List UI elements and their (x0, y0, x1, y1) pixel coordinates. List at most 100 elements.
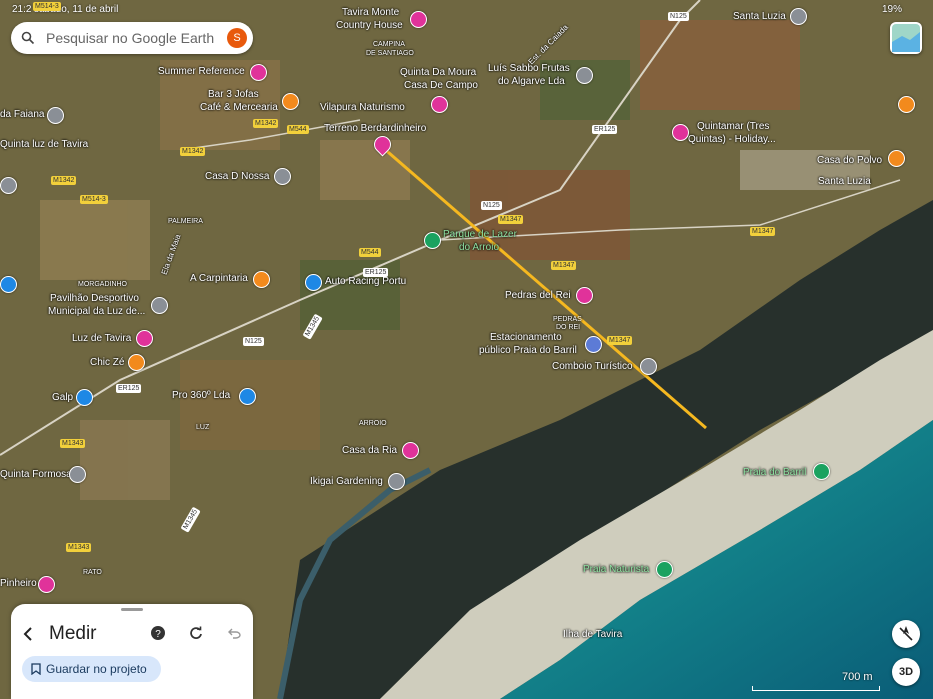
beach-pin-icon[interactable] (813, 463, 830, 480)
park-pin-icon[interactable] (424, 232, 441, 249)
shop-pin-icon[interactable] (0, 276, 17, 293)
place-label[interactable]: Auto Racing Portu (325, 276, 406, 287)
place-label[interactable]: Casa do Polvo (817, 155, 882, 166)
place-label[interactable]: Comboio Turístico (552, 361, 633, 372)
search-icon (21, 31, 35, 45)
place-label[interactable]: Pinheiro (0, 578, 37, 589)
place-label[interactable]: Pavilhão Desportivo (50, 293, 139, 304)
parking-pin-icon[interactable] (585, 336, 602, 353)
satellite-map[interactable] (0, 0, 933, 699)
place-label[interactable]: da Faiana (0, 109, 44, 120)
place-label[interactable]: Praia Naturista (583, 564, 649, 575)
shop-pin-icon[interactable] (305, 274, 322, 291)
restaurant-pin-icon[interactable] (888, 150, 905, 167)
place-label[interactable]: Estacionamento (490, 332, 562, 343)
road-label: M1343 (66, 543, 92, 552)
place-label[interactable]: do Arroio (459, 242, 499, 253)
hotel-pin-icon[interactable] (38, 576, 55, 593)
place-label[interactable]: Quintamar (Tres (697, 121, 769, 132)
help-icon[interactable]: ? (151, 626, 165, 640)
locality-label: DE SANTIAGO (366, 50, 414, 57)
place-label[interactable]: Tavira Monte (342, 7, 399, 18)
locality-label: RATO (83, 569, 102, 576)
save-to-project-label: Guardar no projeto (46, 662, 147, 676)
road-label: M544 (287, 125, 309, 134)
panel-grab-handle[interactable] (121, 608, 143, 611)
place-pin-icon[interactable] (576, 67, 593, 84)
locality-label: ARROIO (359, 420, 387, 427)
status-time: 21:2 (12, 4, 32, 15)
back-icon[interactable] (22, 627, 34, 641)
restaurant-pin-icon[interactable] (282, 93, 299, 110)
place-label[interactable]: Quintas) - Holiday... (688, 134, 776, 145)
search-input[interactable]: Pesquisar no Google Earth (46, 30, 214, 46)
hotel-pin-icon[interactable] (250, 64, 267, 81)
place-label[interactable]: Casa da Ria (342, 445, 397, 456)
hotel-pin-icon[interactable] (402, 442, 419, 459)
place-label[interactable]: Quinta Da Moura (400, 67, 476, 78)
place-pin-icon[interactable] (47, 107, 64, 124)
place-label[interactable]: Ilha de Tavira (563, 629, 622, 640)
road-label: M514-3 (33, 2, 61, 11)
hotel-pin-icon[interactable] (431, 96, 448, 113)
place-pin-icon[interactable] (151, 297, 168, 314)
reset-icon[interactable] (189, 626, 203, 640)
place-label[interactable]: Municipal da Luz de... (48, 306, 145, 317)
locality-label: PALMEIRA (168, 218, 203, 225)
restaurant-pin-icon[interactable] (128, 354, 145, 371)
place-label[interactable]: Praia do Barril (743, 467, 806, 478)
place-label[interactable]: Parque de Lazer (443, 229, 517, 240)
place-label[interactable]: Santa Luzia (733, 11, 786, 22)
shop-pin-icon[interactable] (239, 388, 256, 405)
place-label[interactable]: Pedras del Rei (505, 290, 571, 301)
place-label[interactable]: Vilapura Naturismo (320, 102, 405, 113)
road-label: M1342 (253, 119, 279, 128)
save-to-project-button[interactable]: Guardar no projeto (22, 656, 161, 682)
map-style-button[interactable] (890, 22, 922, 54)
place-label[interactable]: Pro 360º Lda (172, 390, 230, 401)
place-label[interactable]: público Praia do Barril (479, 345, 577, 356)
place-label[interactable]: Café & Mercearia (200, 102, 278, 113)
undo-icon[interactable] (228, 627, 241, 639)
locality-label: LUZ (196, 424, 210, 431)
hotel-pin-icon[interactable] (576, 287, 593, 304)
place-label[interactable]: Quinta Formosa (0, 469, 72, 480)
restaurant-pin-icon[interactable] (253, 271, 270, 288)
place-pin-icon[interactable] (69, 466, 86, 483)
place-label[interactable]: Bar 3 Jofas (208, 89, 259, 100)
place-pin-icon[interactable] (640, 358, 657, 375)
place-label[interactable]: Country House (336, 20, 403, 31)
3d-toggle-button[interactable]: 3D (892, 658, 920, 686)
place-label[interactable]: Casa De Campo (404, 80, 478, 91)
place-label[interactable]: Santa Luzia (818, 176, 871, 187)
place-label[interactable]: do Algarve Lda (498, 76, 565, 87)
beach-pin-icon[interactable] (656, 561, 673, 578)
place-label[interactable]: Terreno Berdardinheiro (324, 123, 426, 134)
gas-station-pin-icon[interactable] (76, 389, 93, 406)
place-label[interactable]: Summer Reference (158, 66, 245, 77)
place-pin-icon[interactable] (274, 168, 291, 185)
search-bar[interactable]: Pesquisar no Google Earth S (11, 22, 253, 54)
place-label[interactable]: Luz de Tavira (72, 333, 131, 344)
hotel-pin-icon[interactable] (136, 330, 153, 347)
place-label[interactable]: A Carpintaria (190, 273, 248, 284)
place-pin-icon[interactable] (388, 473, 405, 490)
road-label: M1342 (180, 147, 206, 156)
compass-button[interactable] (892, 620, 920, 648)
locality-label: CAMPINA (373, 41, 405, 48)
place-label[interactable]: Ikigai Gardening (310, 476, 383, 487)
place-label[interactable]: Luís Sabbo Frutas (488, 63, 570, 74)
place-label[interactable]: Casa D Nossa (205, 171, 269, 182)
measure-panel: Medir ? Guardar no projeto (11, 604, 253, 699)
restaurant-pin-icon[interactable] (898, 96, 915, 113)
road-label: M1343 (60, 439, 86, 448)
place-label[interactable]: Quinta luz de Tavira (0, 139, 88, 150)
place-pin-icon[interactable] (0, 177, 17, 194)
avatar[interactable]: S (227, 28, 247, 48)
hotel-pin-icon[interactable] (410, 11, 427, 28)
hotel-pin-icon[interactable] (672, 124, 689, 141)
scale-bar (752, 686, 880, 691)
place-pin-icon[interactable] (790, 8, 807, 25)
place-label[interactable]: Galp (52, 392, 73, 403)
place-label[interactable]: Chic Zé (90, 357, 124, 368)
